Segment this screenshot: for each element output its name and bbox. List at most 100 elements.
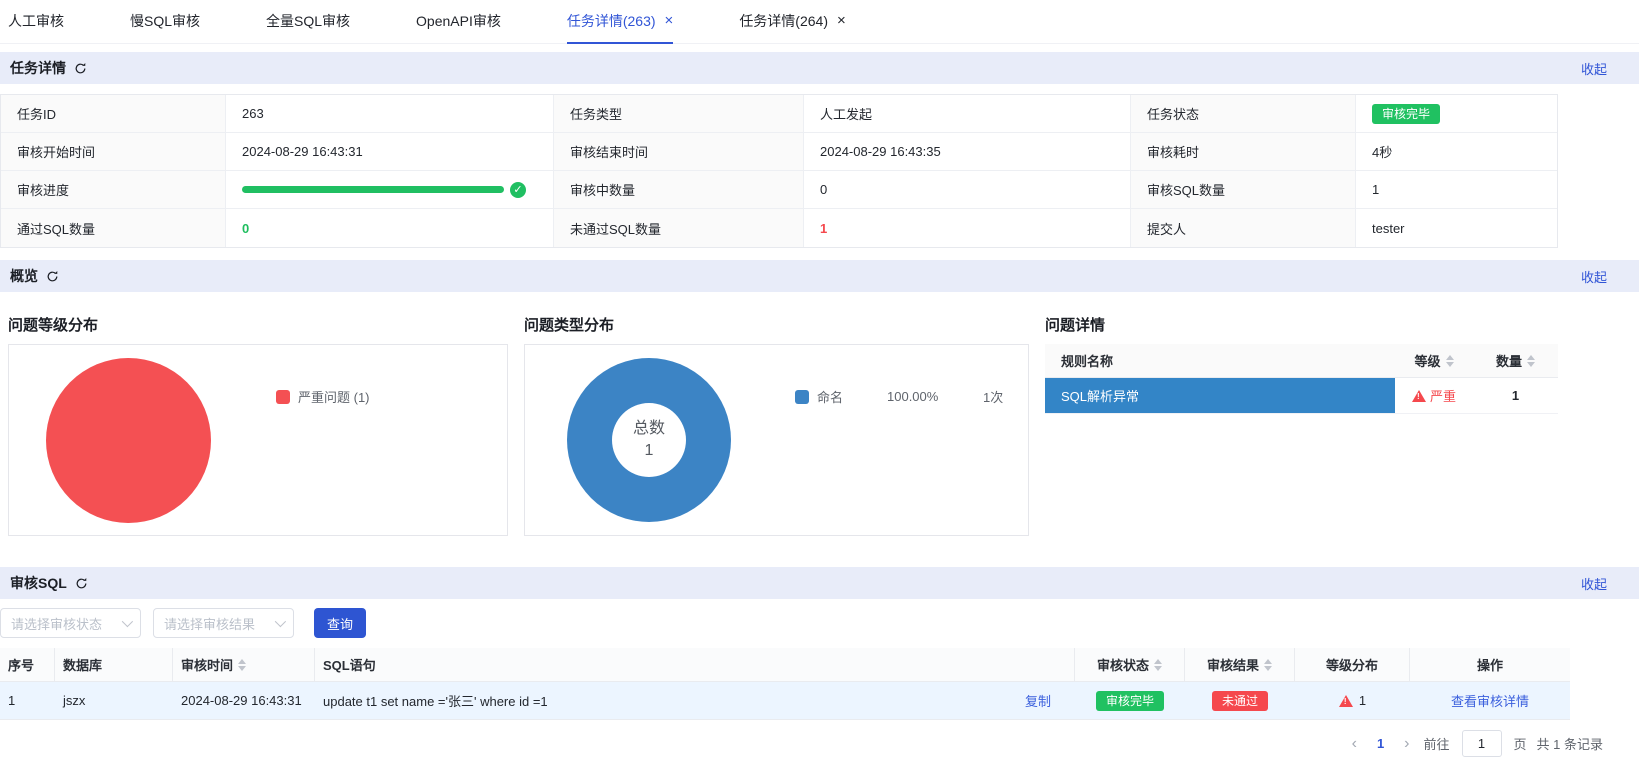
donut-center-label: 总数 [632,419,665,437]
select-placeholder: 请选择审核结果 [164,616,256,632]
goto-page-input[interactable] [1461,730,1502,757]
refresh-icon[interactable] [46,270,59,283]
table-row[interactable]: SQL解析异常 严重 1 [1045,378,1558,414]
legend-label: 严重问题 (1) [298,390,370,405]
section-title: 任务详情 [10,60,66,76]
col-header-audit-status[interactable]: 审核状态 [1075,648,1185,682]
col-header-rule-name: 规则名称 [1045,344,1395,378]
problem-detail-card: 问题详情 规则名称 等级 数量 SQL解析异常 严重 1 [1045,304,1558,536]
legend-label: 命名 [817,390,844,405]
field-sql-count-value: 1 [1356,171,1557,209]
row-result-cell: 未通过 [1185,682,1295,720]
prev-page-button[interactable]: ‹ [1348,735,1361,753]
col-header-no: 序号 [0,648,55,682]
table-row[interactable]: 1 jszx 2024-08-29 16:43:31 update t1 set… [0,682,1570,720]
donut-ring: 总数 1 [567,358,731,522]
audit-result-select[interactable]: 请选择审核结果 [153,608,294,638]
result-badge: 未通过 [1211,690,1268,711]
row-level-dist-cell: 1 [1295,682,1410,720]
view-audit-detail-link[interactable]: 查看审核详情 [1451,691,1529,710]
tab-full-sql-audit[interactable]: 全量SQL审核 [266,0,350,44]
sort-carets-icon [1445,354,1454,367]
page-number-1[interactable]: 1 [1371,736,1390,751]
problem-level-pie-chart: 严重问题 (1) [8,344,508,536]
tab-task-detail-263[interactable]: 任务详情(263) × [566,0,674,44]
field-task-id-value: 263 [226,95,554,133]
failed-count: 1 [820,220,828,236]
tab-openapi-audit[interactable]: OpenAPI审核 [416,0,501,44]
audit-sql-table: 序号 数据库 审核时间 SQL语句 审核状态 审核结果 等级分布 操作 1 js… [0,648,1570,720]
row-db-cell: jszx [55,682,173,720]
tab-task-detail-264[interactable]: 任务详情(264) × [739,0,845,44]
audit-status-select[interactable]: 请选择审核状态 [0,608,141,638]
tab-slow-sql-audit[interactable]: 慢SQL审核 [130,0,200,44]
total-records-label: 共 1 条记录 [1536,737,1603,752]
refresh-icon[interactable] [74,62,87,75]
col-header-count[interactable]: 数量 [1473,344,1558,378]
field-task-type-value: 人工发起 [804,95,1131,133]
tab-manual-audit[interactable]: 人工审核 [8,0,64,44]
col-header-audit-result[interactable]: 审核结果 [1185,648,1295,682]
row-action-cell: 查看审核详情 [1410,682,1570,720]
tab-label: 任务详情(264) [739,12,828,29]
status-badge: 审核完毕 [1372,103,1441,124]
sort-carets-icon [1264,658,1272,671]
col-header-sql: SQL语句 [315,648,1075,682]
refresh-icon[interactable] [75,577,88,590]
rule-name-cell[interactable]: SQL解析异常 [1045,378,1395,414]
donut-center-value: 1 [644,442,654,459]
tab-label: 任务详情(263) [566,12,656,29]
next-page-button[interactable]: › [1400,735,1413,753]
legend-item-naming[interactable]: 命名 100.00% 1次 [795,387,1003,406]
tab-label: 人工审核 [8,12,64,29]
field-duration-label: 审核耗时 [1131,133,1356,171]
tab-bar: 人工审核 慢SQL审核 全量SQL审核 OpenAPI审核 任务详情(263) … [0,0,1639,44]
field-auditing-count-label: 审核中数量 [554,171,804,209]
field-failed-count-value: 1 [804,209,1131,247]
field-passed-count-label: 通过SQL数量 [1,209,226,247]
progress-bar: ✓ [242,181,526,198]
col-header-level[interactable]: 等级 [1395,344,1473,378]
status-badge: 审核完毕 [1095,690,1164,711]
tab-label: OpenAPI审核 [416,12,501,29]
level-label: 严重 [1429,389,1456,404]
passed-count: 0 [242,220,250,236]
close-icon[interactable]: × [665,13,674,28]
close-icon[interactable]: × [837,13,846,28]
legend-swatch [276,389,290,404]
copy-link[interactable]: 复制 [1025,691,1051,710]
section-header-audit-sql: 审核SQL 收起 [0,567,1639,599]
section-title: 审核SQL [10,575,67,591]
chart-title: 问题类型分布 [524,317,615,334]
col-header-label: 审核状态 [1096,658,1149,673]
warning-triangle-icon [1338,694,1353,707]
level-count: 1 [1358,693,1367,708]
field-auditing-count-value: 0 [804,171,1131,209]
row-status-cell: 审核完毕 [1075,682,1185,720]
field-end-time-label: 审核结束时间 [554,133,804,171]
warning-triangle-icon [1411,389,1426,402]
select-placeholder: 请选择审核状态 [11,616,103,632]
goto-label: 前往 [1423,737,1450,752]
legend-item-critical[interactable]: 严重问题 (1) [276,387,370,406]
query-button[interactable]: 查询 [314,608,367,638]
col-header-audit-time[interactable]: 审核时间 [173,648,315,682]
col-header-level-dist: 等级分布 [1295,648,1410,682]
field-end-time-value: 2024-08-29 16:43:35 [804,133,1131,171]
field-failed-count-label: 未通过SQL数量 [554,209,804,247]
donut-center: 总数 1 [612,403,686,477]
page-unit-label: 页 [1513,737,1527,752]
field-progress-label: 审核进度 [1,171,226,209]
col-header-db: 数据库 [55,648,173,682]
collapse-link[interactable]: 收起 [1581,574,1607,593]
pie-slice-critical [46,358,211,523]
collapse-link[interactable]: 收起 [1581,267,1607,286]
problem-type-donut-chart: 总数 1 命名 100.00% 1次 [524,344,1029,536]
row-no-cell: 1 [0,682,55,720]
collapse-link[interactable]: 收起 [1581,59,1607,78]
col-header-label: 审核结果 [1206,658,1259,673]
field-task-id-label: 任务ID [1,95,226,133]
tab-label: 全量SQL审核 [266,12,351,29]
problem-detail-table: 规则名称 等级 数量 SQL解析异常 严重 1 [1045,344,1558,414]
sql-statement: update t1 set name ='张三' where id =1 [323,694,548,709]
